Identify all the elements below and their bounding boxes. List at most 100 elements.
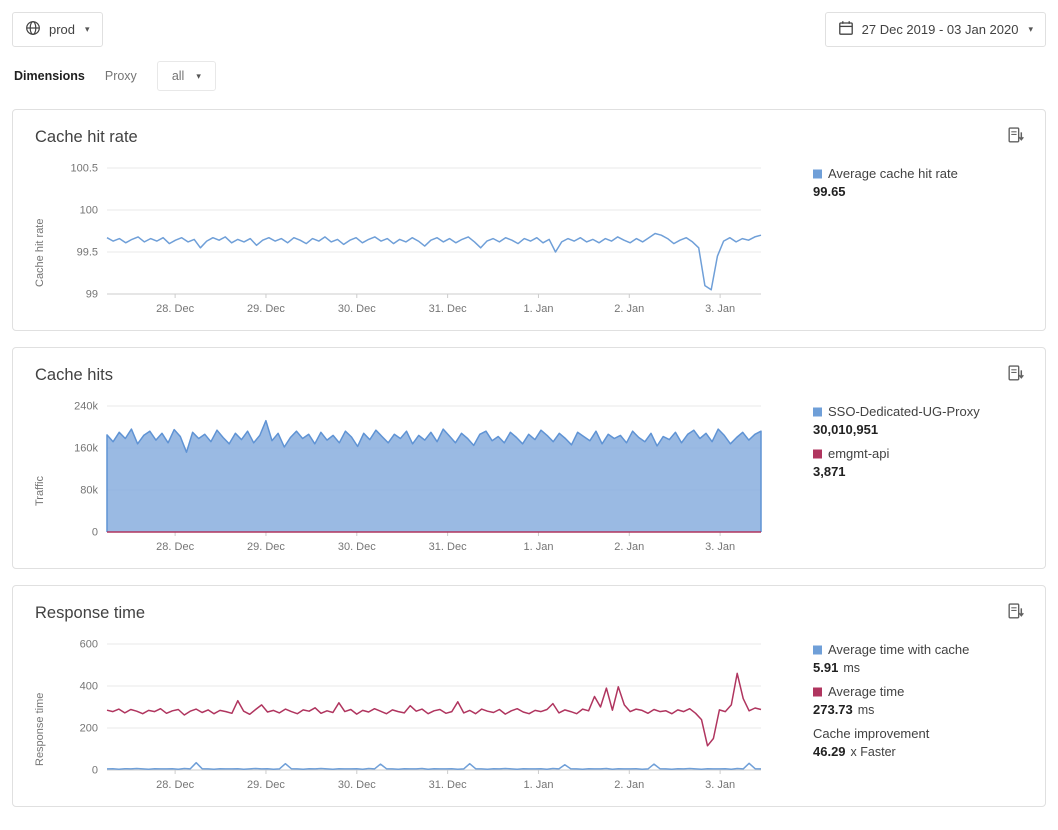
svg-text:99: 99 bbox=[86, 289, 98, 301]
legend-swatch bbox=[813, 688, 822, 697]
legend-item: Average cache hit rate 99.65 bbox=[813, 166, 1038, 199]
dimensions-label: Dimensions bbox=[14, 69, 85, 83]
chart-title: Response time bbox=[35, 604, 145, 623]
svg-text:29. Dec: 29. Dec bbox=[247, 779, 285, 791]
svg-text:99.5: 99.5 bbox=[77, 247, 98, 259]
date-range-picker[interactable]: 27 Dec 2019 - 03 Jan 2020 ▾ bbox=[825, 12, 1046, 47]
legend-label: SSO-Dedicated-UG-Proxy bbox=[828, 404, 980, 419]
chart-legend: Average time with cache 5.91 ms Average t… bbox=[813, 632, 1038, 800]
legend-value-suffix: ms bbox=[858, 703, 875, 717]
legend-item: emgmt-api 3,871 bbox=[813, 446, 1038, 479]
chart-area: Cache hit rate 9999.5100100.528. Dec29. … bbox=[31, 156, 1027, 324]
legend-value: 273.73 bbox=[813, 702, 853, 717]
chevron-down-icon: ▾ bbox=[1028, 25, 1033, 34]
svg-text:100.5: 100.5 bbox=[70, 163, 98, 175]
filters-row: Dimensions Proxy all ▾ bbox=[14, 61, 1044, 91]
svg-text:30. Dec: 30. Dec bbox=[338, 779, 376, 791]
card-cache-hits: Cache hits Traffic 080k160k240k28. Dec29… bbox=[12, 347, 1046, 569]
cache-hit-rate-chart[interactable]: 9999.5100100.528. Dec29. Dec30. Dec31. D… bbox=[49, 156, 779, 324]
chart-legend: Average cache hit rate 99.65 bbox=[813, 156, 1038, 324]
svg-text:28. Dec: 28. Dec bbox=[156, 541, 194, 553]
legend-label-row: Average time bbox=[813, 684, 1038, 699]
legend-label: emgmt-api bbox=[828, 446, 889, 461]
legend-label-row: Cache improvement bbox=[813, 726, 1038, 741]
legend-value-suffix: ms bbox=[843, 661, 860, 675]
svg-text:0: 0 bbox=[92, 765, 98, 777]
date-range-label: 27 Dec 2019 - 03 Jan 2020 bbox=[862, 22, 1019, 37]
card-header: Response time bbox=[31, 600, 1027, 626]
legend-swatch bbox=[813, 450, 822, 459]
card-response-time: Response time Response time 020040060028… bbox=[12, 585, 1046, 807]
chart-area: Traffic 080k160k240k28. Dec29. Dec30. De… bbox=[31, 394, 1027, 562]
cache-hits-chart[interactable]: 080k160k240k28. Dec29. Dec30. Dec31. Dec… bbox=[49, 394, 779, 562]
legend-label: Average time bbox=[828, 684, 904, 699]
legend-value: 30,010,951 bbox=[813, 422, 878, 437]
legend-value: 3,871 bbox=[813, 464, 846, 479]
svg-text:1. Jan: 1. Jan bbox=[523, 303, 553, 315]
environment-label: prod bbox=[49, 22, 75, 37]
top-bar: prod ▾ 27 Dec 2019 - 03 Jan 2020 ▾ bbox=[12, 12, 1046, 47]
svg-text:2. Jan: 2. Jan bbox=[614, 541, 644, 553]
svg-text:30. Dec: 30. Dec bbox=[338, 541, 376, 553]
legend-value-row: 273.73 ms bbox=[813, 702, 1038, 717]
legend-value: 46.29 bbox=[813, 744, 846, 759]
svg-text:600: 600 bbox=[80, 639, 98, 651]
legend-label-row: Average time with cache bbox=[813, 642, 1038, 657]
svg-text:2. Jan: 2. Jan bbox=[614, 779, 644, 791]
export-report-icon[interactable] bbox=[1004, 600, 1027, 626]
legend-value-row: 99.65 bbox=[813, 184, 1038, 199]
legend-value-row: 5.91 ms bbox=[813, 660, 1038, 675]
svg-text:240k: 240k bbox=[74, 401, 98, 413]
svg-text:1. Jan: 1. Jan bbox=[523, 779, 553, 791]
chart-title: Cache hit rate bbox=[35, 128, 138, 147]
legend-item: Average time with cache 5.91 ms bbox=[813, 642, 1038, 675]
export-report-icon[interactable] bbox=[1004, 362, 1027, 388]
svg-text:0: 0 bbox=[92, 527, 98, 539]
legend-item: Cache improvement 46.29x Faster bbox=[813, 726, 1038, 759]
legend-swatch bbox=[813, 646, 822, 655]
y-axis-label: Cache hit rate bbox=[31, 156, 49, 324]
svg-text:100: 100 bbox=[80, 205, 98, 217]
legend-item: SSO-Dedicated-UG-Proxy 30,010,951 bbox=[813, 404, 1038, 437]
legend-label-row: emgmt-api bbox=[813, 446, 1038, 461]
svg-text:200: 200 bbox=[80, 723, 98, 735]
response-time-chart[interactable]: 020040060028. Dec29. Dec30. Dec31. Dec1.… bbox=[49, 632, 779, 800]
chevron-down-icon: ▾ bbox=[196, 72, 201, 81]
svg-text:80k: 80k bbox=[80, 485, 98, 497]
svg-text:400: 400 bbox=[80, 681, 98, 693]
y-axis-label: Traffic bbox=[31, 394, 49, 562]
svg-text:31. Dec: 31. Dec bbox=[429, 779, 467, 791]
legend-value-row: 30,010,951 bbox=[813, 422, 1038, 437]
svg-text:30. Dec: 30. Dec bbox=[338, 303, 376, 315]
chevron-down-icon: ▾ bbox=[85, 25, 90, 34]
export-report-icon[interactable] bbox=[1004, 124, 1027, 150]
proxy-filter-value: all bbox=[172, 69, 185, 83]
svg-text:31. Dec: 31. Dec bbox=[429, 303, 467, 315]
chart-legend: SSO-Dedicated-UG-Proxy 30,010,951 emgmt-… bbox=[813, 394, 1038, 562]
proxy-label: Proxy bbox=[105, 69, 137, 83]
legend-label: Average time with cache bbox=[828, 642, 969, 657]
svg-text:29. Dec: 29. Dec bbox=[247, 541, 285, 553]
environment-selector[interactable]: prod ▾ bbox=[12, 12, 103, 47]
legend-label: Cache improvement bbox=[813, 726, 929, 741]
legend-label-row: Average cache hit rate bbox=[813, 166, 1038, 181]
y-axis-label: Response time bbox=[31, 632, 49, 800]
legend-value: 5.91 bbox=[813, 660, 838, 675]
legend-label-row: SSO-Dedicated-UG-Proxy bbox=[813, 404, 1038, 419]
chart-area: Response time 020040060028. Dec29. Dec30… bbox=[31, 632, 1027, 800]
svg-text:3. Jan: 3. Jan bbox=[705, 303, 735, 315]
dashboard-page: prod ▾ 27 Dec 2019 - 03 Jan 2020 ▾ Dimen… bbox=[0, 0, 1058, 827]
svg-text:31. Dec: 31. Dec bbox=[429, 541, 467, 553]
card-header: Cache hits bbox=[31, 362, 1027, 388]
legend-swatch bbox=[813, 170, 822, 179]
svg-text:3. Jan: 3. Jan bbox=[705, 541, 735, 553]
proxy-filter-dropdown[interactable]: all ▾ bbox=[157, 61, 216, 91]
card-header: Cache hit rate bbox=[31, 124, 1027, 150]
globe-icon bbox=[25, 20, 41, 39]
legend-value-row: 46.29x Faster bbox=[813, 744, 1038, 759]
legend-value: 99.65 bbox=[813, 184, 846, 199]
legend-item: Average time 273.73 ms bbox=[813, 684, 1038, 717]
svg-text:3. Jan: 3. Jan bbox=[705, 779, 735, 791]
legend-value-row: 3,871 bbox=[813, 464, 1038, 479]
card-cache-hit-rate: Cache hit rate Cache hit rate 99 99.5 100 1… bbox=[12, 109, 1046, 331]
